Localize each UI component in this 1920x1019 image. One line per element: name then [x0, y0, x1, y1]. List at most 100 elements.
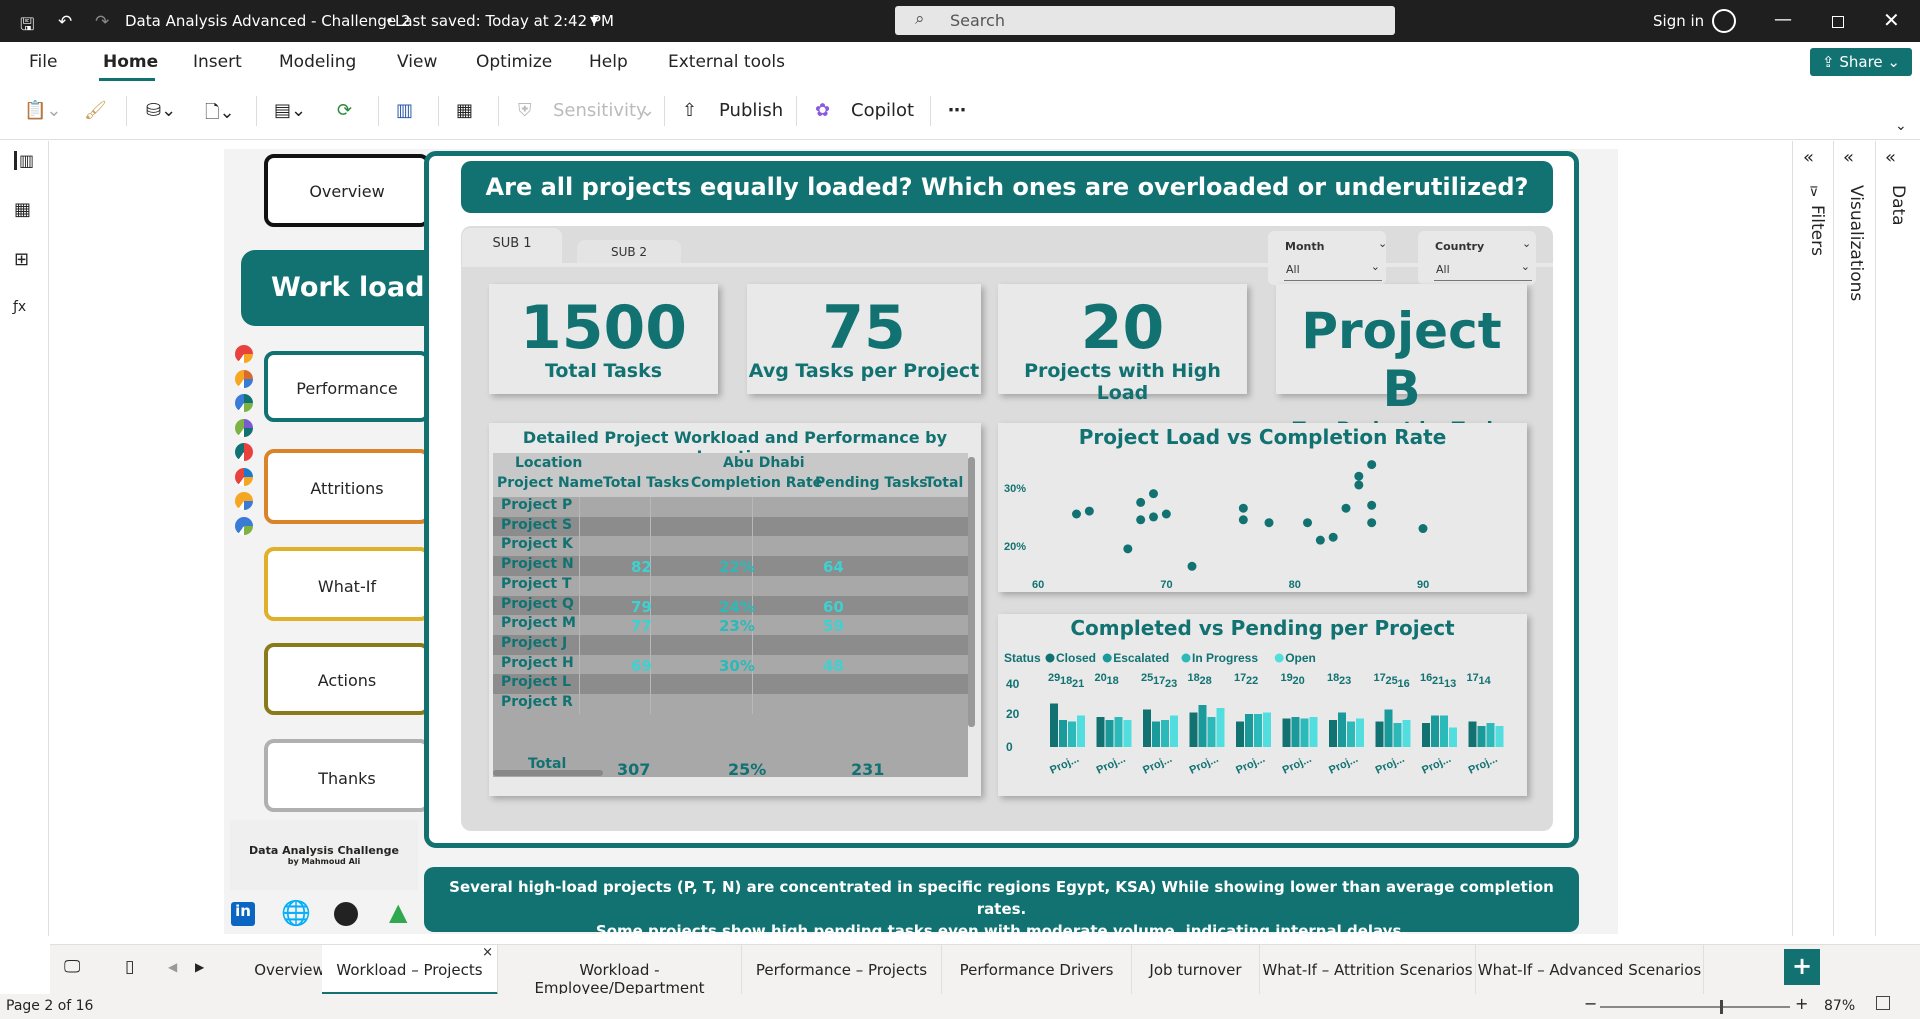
undo-icon[interactable]: ↶ — [58, 12, 72, 32]
zoom-in-icon[interactable]: + — [1795, 994, 1808, 1013]
menu-optimize[interactable]: Optimize — [476, 52, 552, 72]
report-view-icon[interactable]: ▥ — [14, 151, 34, 170]
nav-overview-button[interactable]: Overview — [264, 154, 430, 227]
month-slicer[interactable]: Month ⌄ All ⌄ — [1268, 231, 1387, 285]
theme-swatch-icon[interactable] — [235, 345, 253, 363]
country-dropdown[interactable]: All ⌄ — [1434, 260, 1532, 281]
page-tab-job-turnover[interactable]: Job turnover — [1132, 945, 1260, 995]
scatter-point — [1367, 460, 1377, 470]
chevron-down-icon[interactable]: ▼ — [590, 14, 598, 27]
google-drive-icon[interactable]: ▲ — [389, 898, 407, 926]
theme-swatch-icon[interactable] — [235, 418, 253, 437]
menu-view[interactable]: View — [397, 52, 437, 72]
month-dropdown[interactable]: All ⌄ — [1284, 260, 1382, 281]
close-tab-icon[interactable]: × — [482, 945, 493, 960]
mobile-layout-icon[interactable]: ▯ — [125, 957, 134, 977]
menu-modeling[interactable]: Modeling — [279, 52, 356, 72]
signin-link[interactable]: Sign in — [1653, 12, 1704, 30]
filters-pane-label[interactable]: Filters — [1807, 205, 1827, 256]
fit-to-page-icon[interactable] — [1876, 996, 1890, 1010]
nav-whatif-button[interactable]: What-If — [264, 547, 430, 621]
data-pane-label[interactable]: Data — [1888, 185, 1908, 226]
menu-help[interactable]: Help — [589, 52, 628, 72]
page-tab-whatif-attrition[interactable]: What-If – Attrition Scenarios — [1260, 945, 1476, 995]
refresh-icon[interactable]: ⟳ — [337, 100, 352, 121]
get-data-icon[interactable]: ⛁⌄ — [146, 100, 176, 121]
theme-swatch-icon[interactable] — [235, 467, 253, 486]
table-row[interactable]: Project L — [493, 674, 968, 694]
nav-attritions-button[interactable]: Attritions — [264, 449, 430, 524]
table-row[interactable]: Project J — [493, 634, 968, 655]
publish-icon[interactable]: ⇧ — [682, 100, 697, 121]
zoom-slider[interactable] — [1600, 1006, 1790, 1008]
page-tab-workload-projects[interactable]: Workload – Projects × — [322, 945, 498, 995]
copilot-button[interactable]: Copilot — [851, 100, 914, 121]
minimize-icon[interactable]: — — [1774, 9, 1792, 30]
table-view-icon[interactable]: ▦ — [14, 199, 31, 220]
table-row[interactable]: Project N 82 22% 64 — [493, 556, 968, 576]
save-icon[interactable]: 🖫 — [20, 12, 34, 41]
expand-filters-icon[interactable]: « — [1803, 147, 1814, 168]
calculator-icon[interactable]: ▦ — [456, 100, 473, 121]
add-page-button[interactable]: + — [1784, 949, 1820, 985]
new-visual-icon[interactable]: ▥ — [396, 100, 413, 121]
format-painter-icon[interactable]: 🖌 — [84, 100, 107, 121]
redo-icon[interactable]: ↷ — [95, 12, 109, 32]
table-row[interactable]: Project P — [493, 497, 968, 517]
nav-workload-button[interactable]: Work load — [241, 250, 441, 326]
menu-insert[interactable]: Insert — [193, 52, 242, 72]
country-slicer[interactable]: Country ⌄ All ⌄ — [1418, 231, 1536, 285]
table-row[interactable]: Project M 77 23% 59 — [493, 615, 968, 635]
menu-external-tools[interactable]: External tools — [668, 52, 785, 72]
search-input[interactable]: ⌕ Search — [895, 6, 1395, 35]
table-row[interactable]: Project T — [493, 575, 968, 596]
paste-icon[interactable]: 📋⌄ — [24, 100, 62, 121]
nav-thanks-button[interactable]: Thanks — [264, 739, 430, 812]
theme-swatch-icon[interactable] — [235, 369, 253, 388]
recent-sources-icon[interactable]: 🗋⌄ — [205, 100, 235, 130]
zoom-out-icon[interactable]: − — [1584, 994, 1597, 1013]
visualizations-pane-label[interactable]: Visualizations — [1846, 185, 1866, 301]
scroll-right-icon[interactable]: ▶ — [195, 960, 204, 974]
restore-icon[interactable] — [1832, 16, 1844, 28]
more-options-icon[interactable]: ⋯ — [948, 100, 966, 121]
menu-file[interactable]: File — [29, 52, 57, 72]
theme-swatch-icon[interactable] — [235, 443, 253, 461]
page-tab-performance-drivers[interactable]: Performance Drivers — [942, 945, 1132, 995]
transform-data-icon[interactable]: ▤⌄ — [274, 100, 306, 121]
table-row[interactable]: Project K — [493, 536, 968, 557]
linkedin-icon[interactable]: in — [231, 902, 255, 926]
nav-actions-button[interactable]: Actions — [264, 643, 430, 715]
menu-home[interactable]: Home — [103, 52, 158, 72]
dax-query-icon[interactable]: ƒx — [13, 299, 26, 315]
page-tab-workload-employee[interactable]: Workload - Employee/Department — [498, 945, 742, 997]
zoom-slider-thumb[interactable] — [1720, 1000, 1723, 1014]
expand-data-icon[interactable]: « — [1885, 147, 1896, 168]
page-tab-performance-projects[interactable]: Performance – Projects — [742, 945, 942, 995]
horizontal-scrollbar[interactable] — [493, 770, 603, 776]
tab-sub2[interactable]: SUB 2 — [577, 240, 681, 264]
vertical-scrollbar[interactable] — [968, 457, 975, 727]
nav-performance-button[interactable]: Performance — [264, 351, 430, 422]
expand-visualizations-icon[interactable]: « — [1843, 147, 1854, 168]
globe-icon[interactable]: 🌐 — [281, 899, 311, 927]
collapse-ribbon-icon[interactable]: ⌄ — [1895, 118, 1907, 134]
page-tab-whatif-advanced[interactable]: What-If – Advanced Scenarios — [1476, 945, 1704, 995]
table-row[interactable]: Project Q 79 24% 60 — [493, 595, 968, 616]
theme-swatch-icon[interactable] — [235, 394, 253, 412]
desktop-layout-icon[interactable]: 🖵 — [64, 957, 80, 977]
theme-swatch-icon[interactable] — [235, 516, 253, 535]
close-icon[interactable]: ✕ — [1883, 8, 1900, 32]
share-button[interactable]: ⇪ Share ⌄ — [1810, 48, 1912, 76]
model-view-icon[interactable]: ⊞ — [14, 249, 29, 270]
table-row[interactable]: Project H 69 30% 48 — [493, 654, 968, 675]
table-row[interactable]: Project R — [493, 694, 968, 714]
tab-sub1[interactable]: SUB 1 — [462, 228, 562, 264]
table-row[interactable]: Project S — [493, 516, 968, 537]
scroll-left-icon[interactable]: ◀ — [168, 960, 177, 974]
avatar-icon[interactable] — [1712, 9, 1736, 33]
theme-swatch-icon[interactable] — [235, 492, 253, 510]
publish-button[interactable]: Publish — [719, 100, 783, 121]
github-icon[interactable] — [334, 902, 358, 926]
copilot-icon[interactable]: ✿ — [815, 100, 830, 121]
